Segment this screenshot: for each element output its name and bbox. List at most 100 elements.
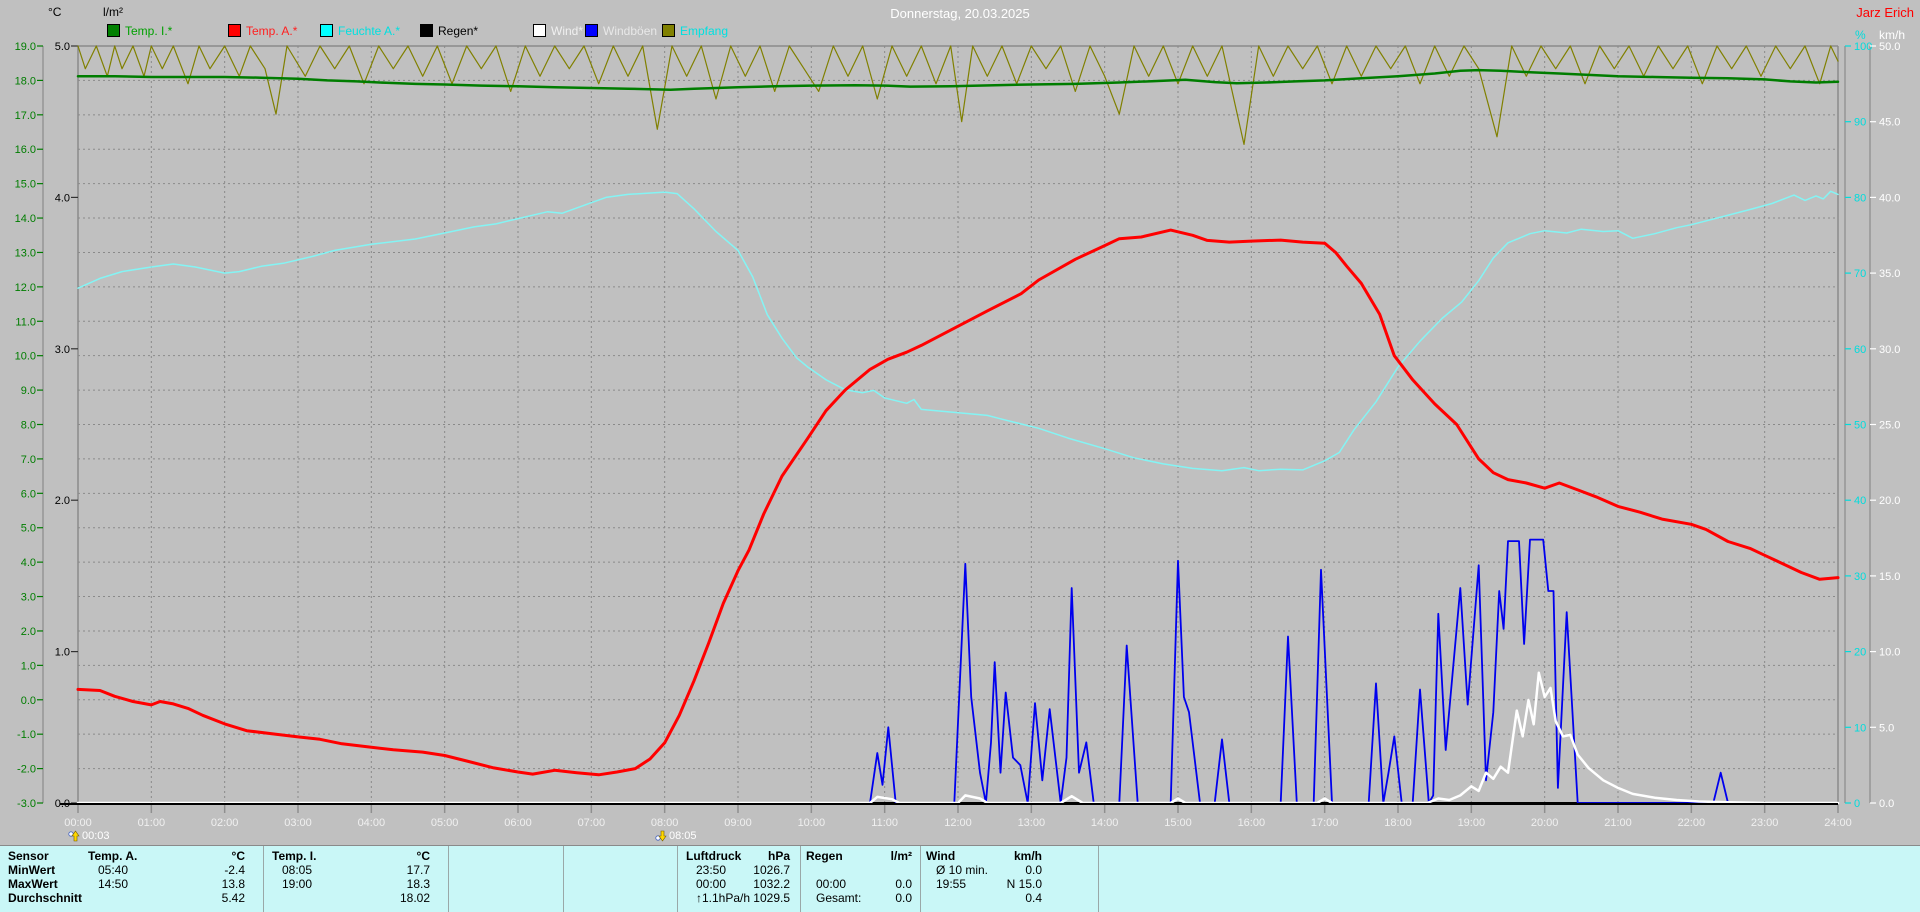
table-cell-value: 1029.5 [753,891,790,905]
svg-text:90: 90 [1854,117,1866,129]
svg-text:30: 30 [1854,571,1866,583]
table-col-name: Temp. A. [88,849,138,863]
svg-text:8.0: 8.0 [21,420,36,432]
legend-item-regen-[interactable]: Regen* [420,23,479,38]
table-cell-value: 0.0 [1025,863,1042,877]
legend-label: Temp. A.* [246,23,298,38]
legend-color-icon [107,24,120,37]
legend-item-temp-a-[interactable]: Temp. A.* [228,23,298,38]
svg-text:0.0: 0.0 [21,695,36,707]
table-cell-time: 19:55 [936,877,967,891]
page-title: Donnerstag, 20.03.2025 [890,6,1030,21]
svg-text:40: 40 [1854,495,1866,507]
time-label: 17:00 [1310,817,1339,829]
table-cell-time: 05:40 [98,863,129,877]
table-row-label: MinWert [8,863,56,877]
svg-text:45.0: 45.0 [1879,117,1900,129]
axis-header-rain: l/m² [103,5,123,19]
legend-item-empfang[interactable]: Empfang [662,23,729,38]
series-temp-i- [76,68,1840,91]
svg-text:9.0: 9.0 [21,385,36,397]
watermark-author: Jarz Erich [1856,5,1914,20]
table-cell-time: 08:05 [282,863,313,877]
svg-text:10.0: 10.0 [1879,647,1900,659]
legend-label: Empfang [680,23,729,38]
svg-text:10.0: 10.0 [15,351,36,363]
svg-text:10: 10 [1854,722,1866,734]
weather-station-window: 19.0 18.0 17.0 16.0 15.0 14.0 13.0 12.0 11.0 10.0… [0,0,1920,912]
svg-text:4.0: 4.0 [55,192,70,204]
table-cell-value: 0.4 [1025,891,1042,905]
time-label: 05:00 [430,817,459,829]
time-label: 12:00 [944,817,972,829]
legend-color-icon [320,24,333,37]
table-separator [677,846,678,912]
legend-label: Regen* [438,23,479,38]
statistics-table: Sensor MinWert MaxWert Durchschnitt Temp. A.… [0,845,1920,912]
axis-header-percent: % [1855,28,1866,42]
svg-text:2.0: 2.0 [55,495,70,507]
table-cell-value: 18.02 [399,891,430,905]
table-separator [800,846,801,912]
svg-text:-1.0: -1.0 [17,729,36,741]
table-col-name: Regen [806,849,843,863]
table-col-unit: °C [416,849,430,863]
legend-label: Temp. I.* [125,23,173,38]
table-cell-value: 13.8 [221,877,245,891]
table-col-unit: hPa [767,849,790,863]
time-label: 01:00 [137,817,166,829]
table-cell-value: 0.0 [895,877,912,891]
legend-color-icon [228,24,241,37]
table-separator [263,846,264,912]
svg-text:60: 60 [1854,344,1866,356]
table-col-unit: °C [231,849,245,863]
table-separator [1098,846,1099,912]
svg-text:13.0: 13.0 [15,247,36,259]
svg-text:1.0: 1.0 [21,660,36,672]
table-cell-value: N 15.0 [1006,877,1042,891]
svg-text:19.0: 19.0 [15,41,36,53]
legend-item-temp-i-[interactable]: Temp. I.* [107,23,173,38]
svg-text:11.0: 11.0 [15,316,36,328]
svg-text:15.0: 15.0 [1879,571,1900,583]
svg-text:0.0: 0.0 [1879,798,1894,810]
table-cell-time: 00:00 [816,877,847,891]
table-row-label: MaxWert [8,877,58,891]
table-cell-time: 14:50 [98,877,129,891]
time-label: 07:00 [577,817,606,829]
svg-text:25.0: 25.0 [1879,420,1900,432]
svg-text:80: 80 [1854,192,1866,204]
svg-text:1.0: 1.0 [55,647,70,659]
legend-item-feuchte-a-[interactable]: Feuchte A.* [320,24,400,38]
annotation-marker-0805: 08:05 [655,830,697,842]
svg-text:20.0: 20.0 [1879,495,1900,507]
chart-canvas[interactable]: 19.0 18.0 17.0 16.0 15.0 14.0 13.0 12.0 11.0 10.0… [0,0,1920,912]
time-label: 21:00 [1604,817,1632,829]
legend-item-wind-[interactable]: Wind* [533,24,583,38]
svg-text:18.0: 18.0 [15,75,36,87]
time-label: 16:00 [1237,817,1266,829]
table-cell-time: 19:00 [282,877,313,891]
axis-header-kmh: km/h [1879,28,1906,42]
table-cell-value: 18.3 [406,877,430,891]
table-cell-value: -2.4 [224,863,245,877]
svg-text:7.0: 7.0 [21,454,36,466]
table-cell-time: Ø 10 min. [936,863,989,877]
table-col-name: Temp. I. [272,849,317,863]
legend-label: Windböen [603,23,658,38]
svg-text:30.0: 30.0 [1879,344,1900,356]
svg-text:3.0: 3.0 [21,592,36,604]
time-label: 11:00 [871,817,899,829]
svg-text:-3.0: -3.0 [17,798,36,810]
time-label: 15:00 [1164,817,1192,829]
time-label: 13:00 [1017,817,1046,829]
svg-text:14.0: 14.0 [15,213,36,225]
time-label: 00:00 [64,817,92,829]
time-label: 23:00 [1750,817,1779,829]
svg-text:12.0: 12.0 [15,282,36,294]
table-cell-value: 17.7 [406,863,430,877]
legend-item-windb-en[interactable]: Windböen [585,23,658,38]
table-row-label: Sensor [8,849,49,863]
svg-text:2.0: 2.0 [21,626,36,638]
sunrise-arrow-icon [68,830,80,842]
